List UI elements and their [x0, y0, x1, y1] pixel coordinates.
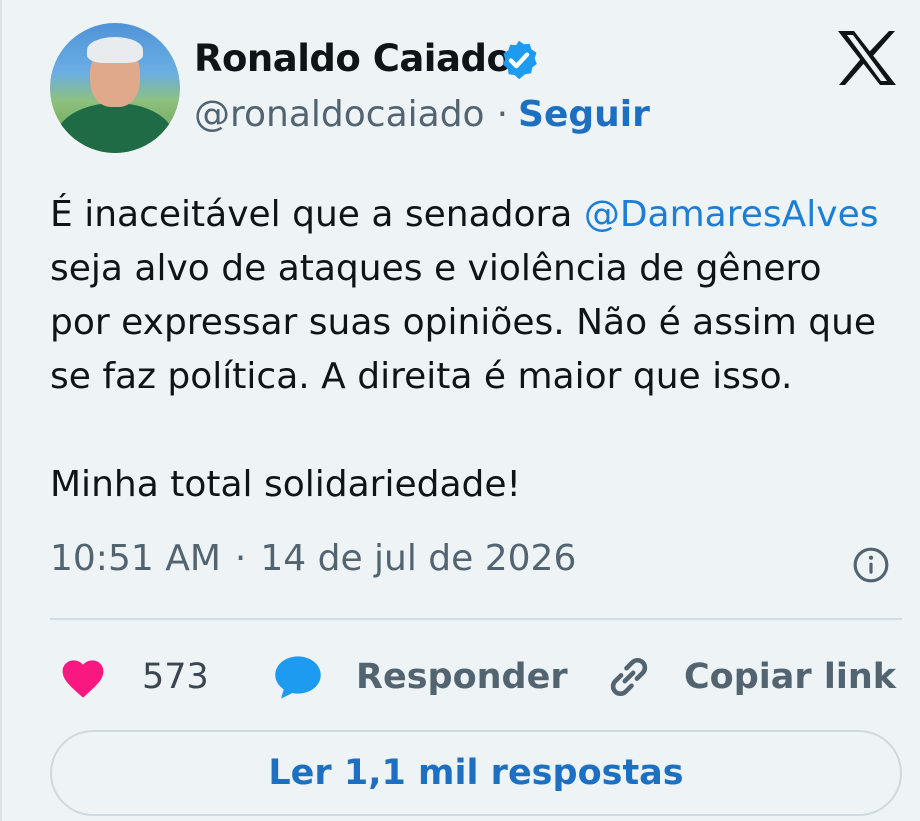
handle-row: @ronaldocaiado · Seguir: [194, 94, 650, 135]
link-icon: [610, 657, 648, 697]
tweet-text-start: É inaceitável que a senadora: [50, 194, 584, 235]
follow-button[interactable]: Seguir: [518, 94, 650, 135]
x-logo-icon[interactable]: [836, 30, 898, 86]
divider: [50, 618, 902, 620]
author-handle[interactable]: @ronaldocaiado: [194, 94, 485, 135]
copy-link-label: Copiar link: [684, 657, 897, 697]
tweet-meta: 10:51 AM · 14 de jul de 2026: [50, 538, 576, 579]
like-button[interactable]: 573: [58, 650, 209, 704]
mention-link[interactable]: @DamaresAlves: [584, 194, 879, 235]
likes-count: 573: [142, 657, 209, 697]
heart-icon: [62, 660, 104, 698]
handle-separator: ·: [496, 94, 509, 135]
reply-button[interactable]: Responder: [272, 650, 568, 704]
avatar-hair: [87, 37, 143, 63]
author-name[interactable]: Ronaldo Caiado: [194, 37, 512, 80]
tweet-text: É inaceitável que a senadora @DamaresAlv…: [50, 188, 910, 512]
speech-bubble-icon: [275, 656, 321, 699]
tweet-text-rest: seja alvo de ataques e violência de gêne…: [50, 248, 877, 505]
tweet-time[interactable]: 10:51 AM: [50, 538, 221, 579]
avatar[interactable]: [50, 23, 180, 153]
reply-label: Responder: [356, 657, 568, 697]
info-icon[interactable]: [852, 546, 890, 584]
copy-link-button[interactable]: Copiar link: [604, 650, 896, 704]
read-replies-button[interactable]: Ler 1,1 mil respostas: [50, 730, 902, 816]
meta-separator: ·: [234, 538, 247, 579]
tweet-card: Ronaldo Caiado @ronaldocaiado · Seguir É i…: [0, 0, 918, 821]
avatar-shirt: [56, 103, 174, 153]
tweet-date[interactable]: 14 de jul de 2026: [260, 538, 576, 579]
verified-badge-icon: [503, 40, 537, 80]
